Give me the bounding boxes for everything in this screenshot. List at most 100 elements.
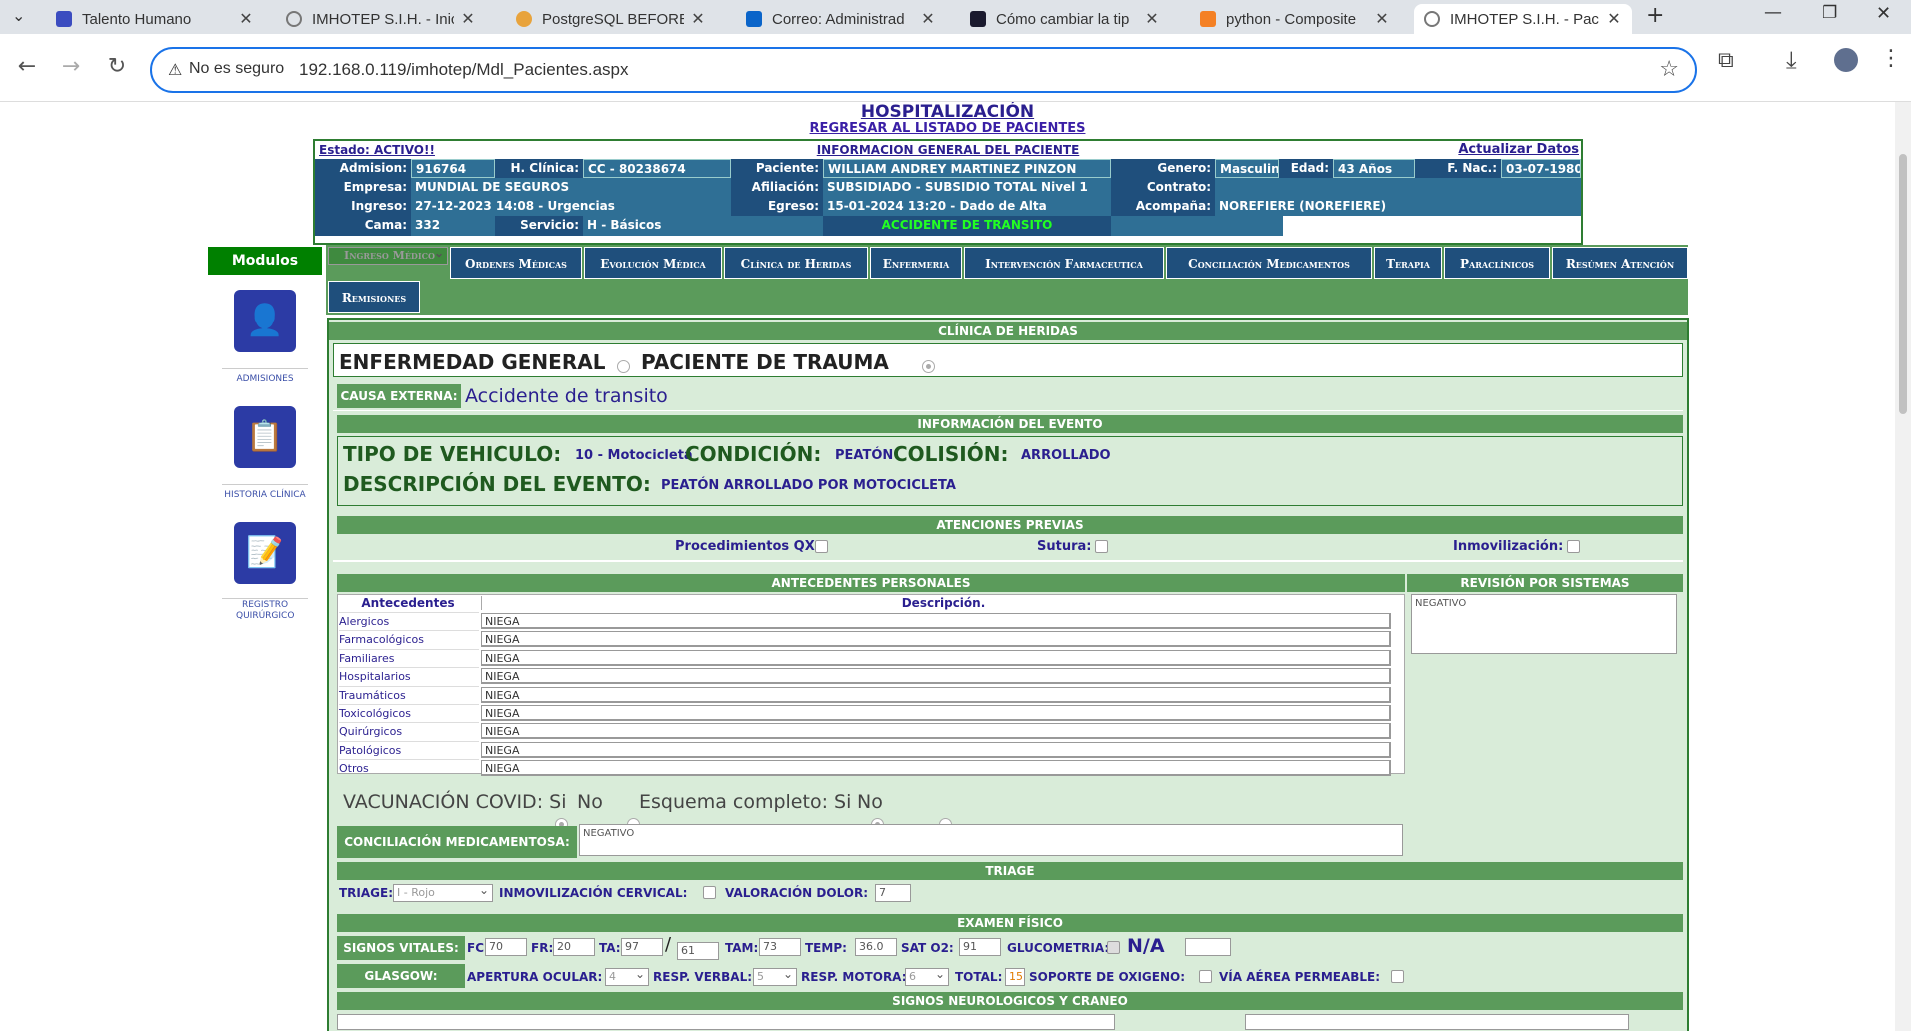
browser-tab-7-active[interactable]: IMHOTEP S.I.H. - Pac ✕ (1414, 4, 1632, 34)
reload-icon[interactable]: ↻ (102, 52, 132, 82)
tab-search-icon[interactable]: ⌄ (12, 6, 25, 25)
tab-enfermeria[interactable]: Enfermeria (870, 247, 962, 279)
ta-systolic-input[interactable]: 97 (621, 938, 663, 956)
fr-input[interactable]: 20 (553, 938, 595, 956)
fc-label: FC (467, 941, 485, 955)
antecedente-value-input[interactable]: NIEGA (481, 723, 1391, 740)
window-close-icon[interactable]: ✕ (1876, 3, 1891, 24)
browser-tab-2[interactable]: IMHOTEP S.I.H. - Inic ✕ (276, 4, 486, 34)
scrollbar-thumb[interactable] (1899, 154, 1907, 414)
antecedente-value-input[interactable]: NIEGA (481, 649, 1391, 666)
tam-input[interactable]: 73 (759, 938, 801, 956)
tab-ingreso-medico[interactable]: Ingreso Médico (328, 245, 448, 265)
surgical-record-icon[interactable]: 📝 (234, 522, 296, 584)
new-tab-icon[interactable]: + (1646, 3, 1664, 28)
tab-ordenes-medicas[interactable]: Ordenes Médicas (450, 247, 582, 279)
download-icon[interactable]: ⤓ (1786, 46, 1797, 74)
tab-resumen-atencion[interactable]: Resúmen Atención (1552, 247, 1688, 279)
back-to-list-link[interactable]: REGRESAR AL LISTADO DE PACIENTES (0, 121, 1895, 136)
maximize-icon[interactable]: ❐ (1822, 3, 1837, 23)
neuro-field-1[interactable] (337, 1014, 1115, 1030)
antecedente-value-input[interactable]: NIEGA (481, 631, 1391, 648)
url-text[interactable]: 192.168.0.119/imhotep/Mdl_Pacientes.aspx (299, 60, 629, 80)
revision-sistemas-textarea[interactable]: NEGATIVO (1411, 594, 1677, 654)
paciente-trauma-radio[interactable] (922, 360, 936, 373)
glasgow-total-input[interactable]: 15 (1005, 968, 1025, 986)
tab-clinica-de-heridas[interactable]: Clínica de Heridas (724, 247, 868, 279)
procedimientos-qx-checkbox[interactable] (815, 540, 828, 553)
antecedente-value-input[interactable]: NIEGA (481, 705, 1391, 721)
browser-tab-4[interactable]: Correo: Administrad ✕ (736, 4, 946, 34)
antecedente-value-input[interactable]: NIEGA (481, 760, 1391, 777)
antecedente-value-input[interactable]: NIEGA (481, 613, 1391, 629)
servicio-value: H - Básicos (583, 216, 823, 236)
soporte-oxigeno-checkbox[interactable] (1199, 970, 1212, 983)
resp-motora-select[interactable]: 6 (905, 966, 949, 986)
close-icon[interactable]: ✕ (1144, 9, 1160, 29)
sidebar-item-registro-quirurgico[interactable]: REGISTRO QUIRÚRGICO (208, 600, 322, 622)
close-icon[interactable]: ✕ (920, 9, 936, 29)
descripcion-evento-label: DESCRIPCIÓN DEL EVENTO: (343, 472, 651, 496)
profile-avatar-icon[interactable] (1834, 48, 1858, 72)
close-icon[interactable]: ✕ (460, 9, 476, 29)
glucometria-na-label: N/A (1127, 935, 1165, 957)
enfermedad-general-radio[interactable] (617, 360, 630, 373)
antecedente-value-input[interactable]: NIEGA (481, 741, 1391, 758)
browser-tab-6[interactable]: python - Composite ✕ (1190, 4, 1400, 34)
contrato-label: Contrato: (1111, 178, 1215, 197)
paciente-trauma-label: PACIENTE DE TRAUMA (641, 350, 889, 374)
glucometria-na-checkbox[interactable] (1107, 941, 1120, 954)
glucometria-input[interactable] (1185, 938, 1231, 956)
browser-tab-1[interactable]: Talento Humano ✕ (46, 4, 264, 34)
tab-evolucion-medica[interactable]: Evolución Médica (584, 247, 722, 279)
tab-remisiones[interactable]: Remisiones (328, 281, 420, 313)
close-icon[interactable]: ✕ (1374, 9, 1390, 29)
admissions-icon[interactable]: 👤 (234, 290, 296, 352)
tab-terapia[interactable]: Terapia (1374, 247, 1442, 279)
sutura-checkbox[interactable] (1095, 540, 1108, 553)
back-icon[interactable]: ← (12, 52, 42, 82)
antecedente-value-input[interactable]: NIEGA (481, 668, 1391, 685)
resp-verbal-select[interactable]: 5 (753, 966, 797, 986)
via-aerea-checkbox[interactable] (1391, 970, 1404, 983)
update-data-link[interactable]: Actualizar Datos (1458, 142, 1579, 157)
conciliacion-textarea[interactable]: NEGATIVO (579, 824, 1403, 856)
valoracion-dolor-input[interactable]: 7 (875, 884, 911, 902)
tipo-vehiculo-label: TIPO DE VEHICULO: (343, 442, 562, 466)
browser-tab-3[interactable]: PostgreSQL BEFORE ✕ (506, 4, 716, 34)
section-title-neuro: SIGNOS NEUROLOGICOS Y CRANEO (337, 992, 1683, 1010)
bookmark-star-icon[interactable]: ☆ (1659, 57, 1679, 82)
sat-o2-input[interactable]: 91 (959, 938, 1001, 956)
page-scrollbar[interactable] (1895, 102, 1911, 1031)
inmovilizacion-cervical-checkbox[interactable] (703, 886, 716, 899)
sidebar-item-admisiones[interactable]: ADMISIONES (208, 374, 322, 385)
close-icon[interactable]: ✕ (238, 9, 254, 29)
close-icon[interactable]: ✕ (690, 9, 706, 29)
security-label[interactable]: No es seguro (189, 60, 284, 78)
apertura-ocular-select[interactable]: 4 (605, 966, 649, 986)
sidebar-divider (222, 368, 308, 369)
inmovilizacion-checkbox[interactable] (1567, 540, 1580, 553)
antecedente-name: Patológicos (339, 740, 479, 759)
tab-conciliacion-medicamentos[interactable]: Conciliación Medicamentos (1166, 247, 1372, 279)
sidebar-item-historia-clinica[interactable]: HISTORIA CLÍNICA (208, 490, 322, 501)
tab-paraclinicos[interactable]: Paraclínicos (1444, 247, 1550, 279)
tab-intervencion-farmaceutica[interactable]: Intervención Farmaceutica (964, 247, 1164, 279)
omnibox[interactable]: ⚠ No es seguro 192.168.0.119/imhotep/Mdl… (150, 47, 1697, 93)
temp-input[interactable]: 36.0 (855, 938, 897, 956)
triage-select[interactable]: I - Rojo (393, 882, 493, 902)
forward-icon[interactable]: → (56, 52, 86, 82)
antecedente-value-input[interactable]: NIEGA (481, 686, 1391, 703)
minimize-icon[interactable]: — (1764, 2, 1782, 23)
medical-history-icon[interactable]: 📋 (234, 406, 296, 468)
close-icon[interactable]: ✕ (1606, 9, 1622, 29)
browser-tab-5[interactable]: Cómo cambiar la tip ✕ (960, 4, 1170, 34)
extensions-icon[interactable]: ⧉ (1718, 48, 1734, 73)
causa-externa-label: CAUSA EXTERNA: (337, 384, 461, 408)
fc-input[interactable]: 70 (485, 938, 527, 956)
patient-info-box: Estado: ACTIVO!! INFORMACION GENERAL DEL… (313, 139, 1583, 245)
browser-menu-icon[interactable]: ⋮ (1880, 46, 1902, 71)
acompana-value: NOREFIERE (NOREFIERE) (1215, 197, 1581, 216)
neuro-field-2[interactable] (1245, 1014, 1629, 1030)
ta-diastolic-input[interactable]: 61 (677, 942, 719, 960)
